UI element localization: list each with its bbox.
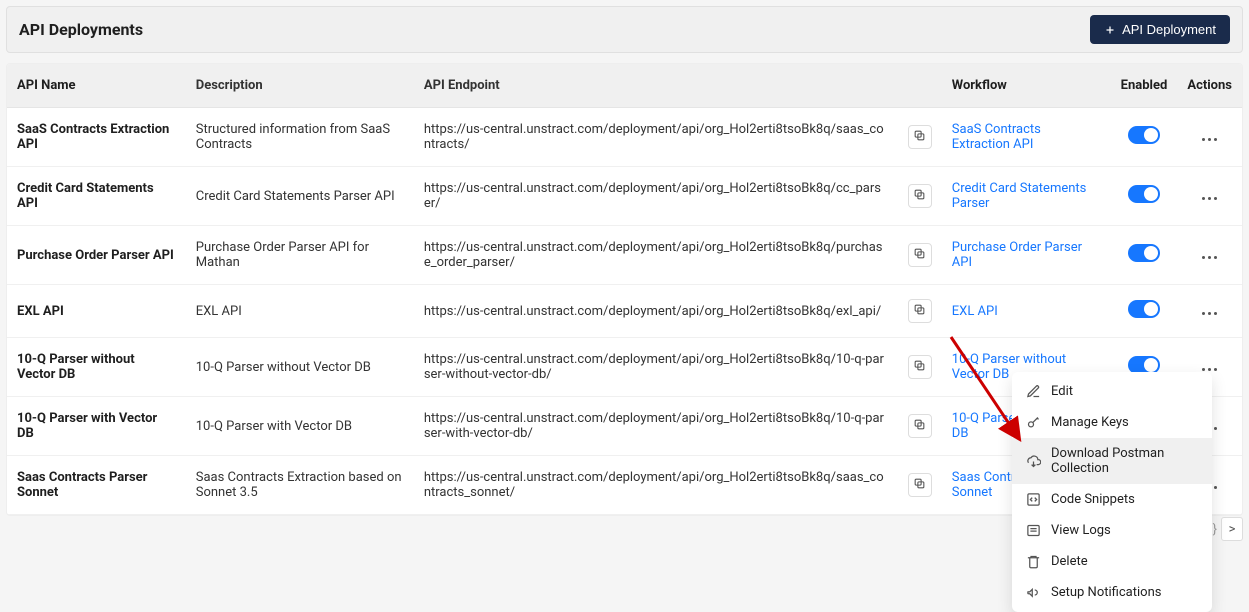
copy-endpoint-button[interactable] xyxy=(908,243,932,267)
cell-name: Saas Contracts Parser Sonnet xyxy=(7,456,186,515)
table-row: EXL APIEXL APIhttps://us-central.unstrac… xyxy=(7,285,1242,338)
cell-endpoint: https://us-central.unstract.com/deployme… xyxy=(414,456,898,515)
key-icon xyxy=(1026,415,1041,430)
cell-name: SaaS Contracts Extraction API xyxy=(7,108,186,167)
cell-name: Credit Card Statements API xyxy=(7,167,186,226)
new-api-deployment-button[interactable]: API Deployment xyxy=(1090,15,1230,44)
cell-endpoint: https://us-central.unstract.com/deployme… xyxy=(414,397,898,456)
copy-icon xyxy=(913,359,926,376)
cell-description: 10-Q Parser with Vector DB xyxy=(186,397,414,456)
copy-icon xyxy=(913,418,926,435)
copy-icon xyxy=(913,188,926,205)
copy-icon xyxy=(913,247,926,264)
page-header: API Deployments API Deployment xyxy=(6,6,1243,53)
workflow-link[interactable]: SaaS Contracts Extraction API xyxy=(952,122,1041,152)
fragment-brace: } xyxy=(1213,522,1217,537)
enabled-toggle[interactable] xyxy=(1128,300,1160,318)
cell-description: Saas Contracts Extraction based on Sonne… xyxy=(186,456,414,515)
workflow-link[interactable]: Purchase Order Parser API xyxy=(952,240,1082,270)
cell-endpoint: https://us-central.unstract.com/deployme… xyxy=(414,167,898,226)
cell-endpoint: https://us-central.unstract.com/deployme… xyxy=(414,285,898,338)
cell-endpoint: https://us-central.unstract.com/deployme… xyxy=(414,338,898,397)
copy-endpoint-button[interactable] xyxy=(908,184,932,208)
row-actions-button[interactable] xyxy=(1198,308,1221,319)
column-header-enabled: Enabled xyxy=(1111,64,1178,108)
cell-endpoint: https://us-central.unstract.com/deployme… xyxy=(414,108,898,167)
row-actions-button[interactable] xyxy=(1198,193,1221,204)
copy-icon xyxy=(913,303,926,320)
cell-description: Credit Card Statements Parser API xyxy=(186,167,414,226)
menu-label: Code Snippets xyxy=(1051,492,1135,507)
copy-endpoint-button[interactable] xyxy=(908,299,932,323)
column-header-actions: Actions xyxy=(1177,64,1242,108)
cell-name: 10-Q Parser without Vector DB xyxy=(7,338,186,397)
row-actions-button[interactable] xyxy=(1198,252,1221,263)
copy-endpoint-button[interactable] xyxy=(908,414,932,438)
column-header-name: API Name xyxy=(7,64,186,108)
new-button-label: API Deployment xyxy=(1122,22,1216,37)
delete-icon xyxy=(1026,554,1041,569)
workflow-link[interactable]: EXL API xyxy=(952,304,998,319)
menu-label: Download Postman Collection xyxy=(1051,446,1198,476)
menu-item-manage-keys[interactable]: Manage Keys xyxy=(1012,407,1212,438)
megaphone-icon xyxy=(1026,585,1041,600)
copy-icon xyxy=(913,477,926,494)
cloud-download-icon xyxy=(1026,454,1041,469)
row-actions-button[interactable] xyxy=(1198,134,1221,145)
menu-label: Setup Notifications xyxy=(1051,585,1161,600)
menu-item-download-postman[interactable]: Download Postman Collection xyxy=(1012,438,1212,484)
menu-label: View Logs xyxy=(1051,523,1111,538)
menu-label: Manage Keys xyxy=(1051,415,1129,430)
enabled-toggle[interactable] xyxy=(1128,126,1160,144)
row-actions-menu: Edit Manage Keys Download Postman Collec… xyxy=(1012,372,1212,612)
copy-endpoint-button[interactable] xyxy=(908,125,932,149)
cell-name: Purchase Order Parser API xyxy=(7,226,186,285)
plus-icon xyxy=(1104,24,1116,36)
table-row: SaaS Contracts Extraction APIStructured … xyxy=(7,108,1242,167)
menu-item-edit[interactable]: Edit xyxy=(1012,376,1212,407)
menu-item-code-snippets[interactable]: Code Snippets xyxy=(1012,484,1212,515)
edit-icon xyxy=(1026,384,1041,399)
table-row: Purchase Order Parser APIPurchase Order … xyxy=(7,226,1242,285)
logs-icon xyxy=(1026,523,1041,538)
enabled-toggle[interactable] xyxy=(1128,185,1160,203)
pagination-fragment: } > xyxy=(1213,517,1243,541)
copy-endpoint-button[interactable] xyxy=(908,473,932,497)
table-row: Credit Card Statements APICredit Card St… xyxy=(7,167,1242,226)
copy-endpoint-button[interactable] xyxy=(908,355,932,379)
cell-description: Purchase Order Parser API for Mathan xyxy=(186,226,414,285)
page-title: API Deployments xyxy=(19,20,143,39)
cell-endpoint: https://us-central.unstract.com/deployme… xyxy=(414,226,898,285)
cell-name: 10-Q Parser with Vector DB xyxy=(7,397,186,456)
cell-name: EXL API xyxy=(7,285,186,338)
cell-description: EXL API xyxy=(186,285,414,338)
column-header-workflow: Workflow xyxy=(942,64,1111,108)
code-icon xyxy=(1026,492,1041,507)
column-header-endpoint: API Endpoint xyxy=(414,64,942,108)
menu-item-setup-notifications[interactable]: Setup Notifications xyxy=(1012,577,1212,608)
workflow-link[interactable]: Credit Card Statements Parser xyxy=(952,181,1087,211)
cell-description: 10-Q Parser without Vector DB xyxy=(186,338,414,397)
enabled-toggle[interactable] xyxy=(1128,244,1160,262)
menu-label: Delete xyxy=(1051,554,1088,569)
menu-item-delete[interactable]: Delete xyxy=(1012,546,1212,577)
pagination-next[interactable]: > xyxy=(1221,517,1243,541)
menu-label: Edit xyxy=(1051,384,1073,399)
menu-item-view-logs[interactable]: View Logs xyxy=(1012,515,1212,546)
copy-icon xyxy=(913,129,926,146)
cell-description: Structured information from SaaS Contrac… xyxy=(186,108,414,167)
column-header-description: Description xyxy=(186,64,414,108)
